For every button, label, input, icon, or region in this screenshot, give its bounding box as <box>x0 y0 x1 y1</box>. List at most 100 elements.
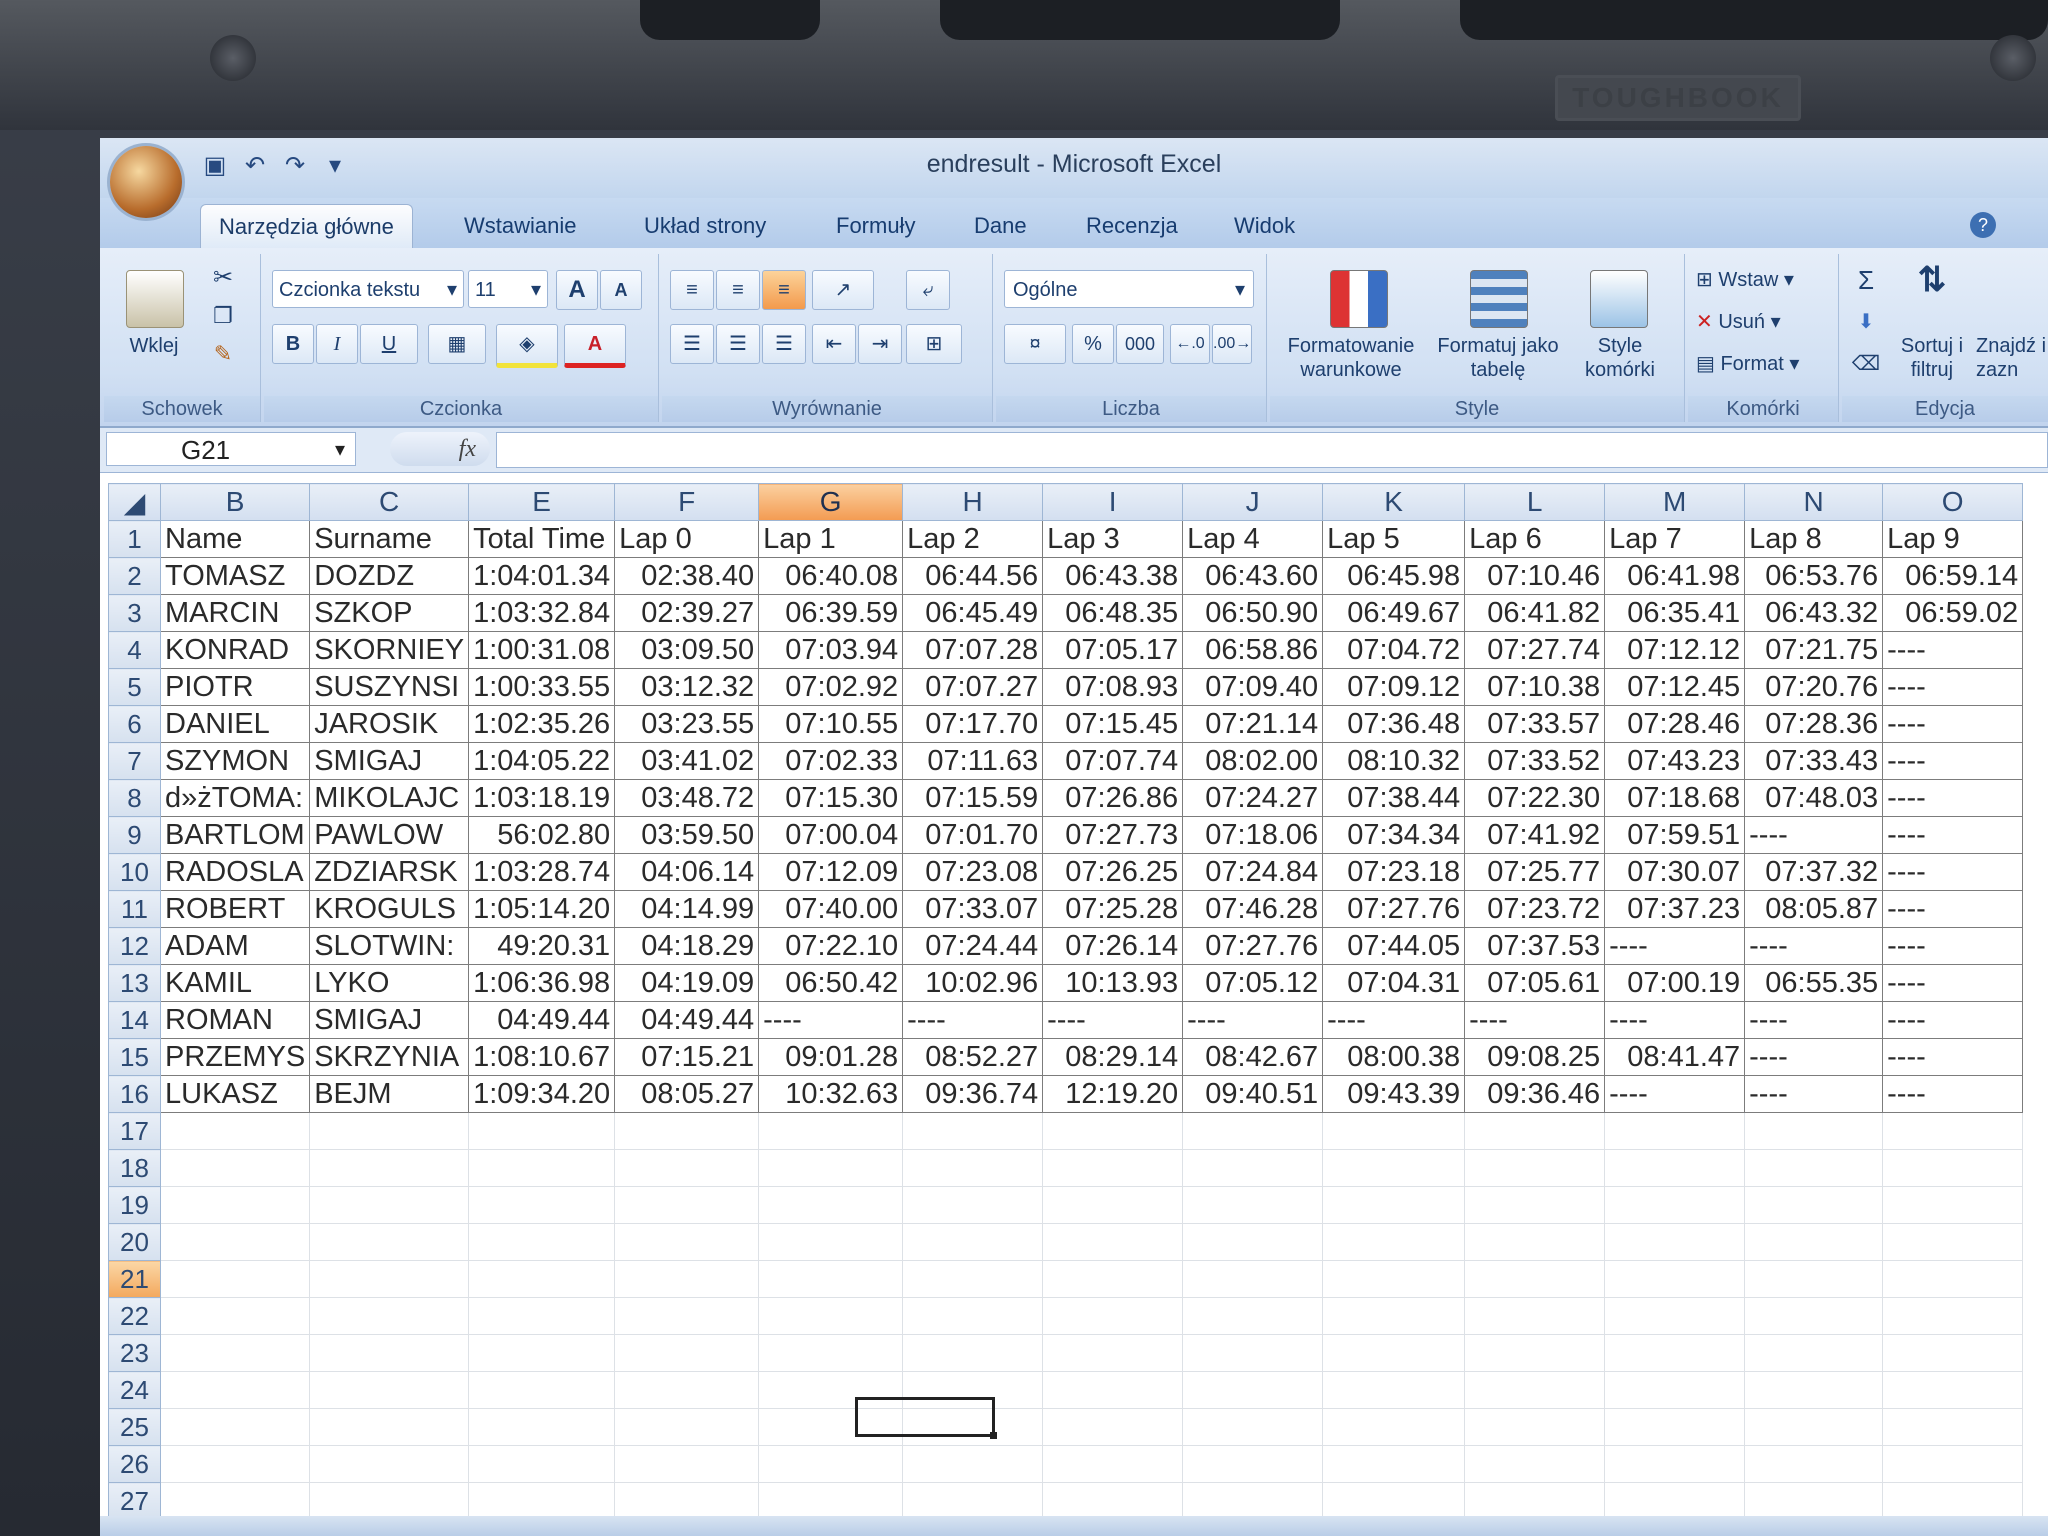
cell[interactable]: 07:43.23 <box>1604 742 1746 780</box>
cell[interactable]: 06:35.41 <box>1604 594 1746 632</box>
cell[interactable]: 07:33.57 <box>1464 705 1606 743</box>
cell[interactable]: Lap 1 <box>758 520 904 558</box>
cell[interactable] <box>468 1482 616 1520</box>
row-header[interactable]: 5 <box>108 668 161 706</box>
cell[interactable]: BARTLOM <box>159 816 311 854</box>
cell[interactable] <box>159 1112 311 1150</box>
insert-function-icon[interactable]: fx <box>390 432 490 466</box>
cell[interactable] <box>1744 1482 1884 1520</box>
cell[interactable]: 07:15.30 <box>758 779 904 817</box>
align-center-icon[interactable]: ☰ <box>716 324 760 364</box>
cell[interactable] <box>1882 1112 2024 1150</box>
format-as-table-icon[interactable] <box>1470 270 1528 328</box>
cell[interactable] <box>902 1334 1044 1372</box>
cell[interactable]: ---- <box>1744 927 1884 965</box>
cell[interactable]: 07:27.76 <box>1182 927 1324 965</box>
cell[interactable] <box>1464 1408 1606 1446</box>
font-name-select[interactable]: Czcionka tekstu ▾ <box>272 270 464 308</box>
tab-formulas[interactable]: Formuły <box>818 204 933 248</box>
cell[interactable]: 07:44.05 <box>1322 927 1466 965</box>
cell[interactable]: Lap 9 <box>1882 520 2024 558</box>
row-header[interactable]: 19 <box>108 1186 161 1224</box>
thousands-button[interactable]: 000 <box>1116 324 1164 364</box>
cell[interactable]: 03:23.55 <box>614 705 760 743</box>
cell[interactable]: 1:05:14.20 <box>468 890 616 928</box>
cell[interactable] <box>1322 1297 1466 1335</box>
cell[interactable]: 07:37.32 <box>1744 853 1884 891</box>
cell[interactable]: 07:09.12 <box>1322 668 1466 706</box>
font-size-select[interactable]: 11 ▾ <box>468 270 548 308</box>
align-middle-icon[interactable]: ≡ <box>716 270 760 310</box>
cell[interactable] <box>309 1149 470 1187</box>
percent-button[interactable]: % <box>1072 324 1114 364</box>
cell[interactable]: 07:59.51 <box>1604 816 1746 854</box>
cell[interactable]: 07:05.17 <box>1042 631 1184 669</box>
cell[interactable] <box>1882 1445 2024 1483</box>
row-header[interactable]: 13 <box>108 964 161 1002</box>
cell[interactable]: 06:58.86 <box>1182 631 1324 669</box>
cell[interactable] <box>1322 1371 1466 1409</box>
cell[interactable] <box>902 1186 1044 1224</box>
cell[interactable] <box>309 1482 470 1520</box>
cell[interactable]: 06:59.14 <box>1882 557 2024 595</box>
cell[interactable] <box>1464 1371 1606 1409</box>
cell[interactable]: 08:02.00 <box>1182 742 1324 780</box>
cell[interactable]: SZKOP <box>309 594 470 632</box>
fill-icon[interactable]: ⬇ <box>1846 310 1886 334</box>
cell[interactable] <box>468 1149 616 1187</box>
column-header-g[interactable]: G <box>758 483 904 521</box>
row-header[interactable]: 7 <box>108 742 161 780</box>
cell[interactable] <box>309 1186 470 1224</box>
cell[interactable] <box>1042 1223 1184 1261</box>
cell[interactable]: 09:08.25 <box>1464 1038 1606 1076</box>
help-icon[interactable]: ? <box>1970 212 1996 238</box>
cell[interactable] <box>614 1408 760 1446</box>
tab-page-layout[interactable]: Układ strony <box>626 204 784 248</box>
cell[interactable]: 1:00:33.55 <box>468 668 616 706</box>
cell[interactable]: SZYMON <box>159 742 311 780</box>
cell[interactable]: ---- <box>1882 890 2024 928</box>
cell[interactable]: 07:23.08 <box>902 853 1044 891</box>
cell[interactable]: 1:04:05.22 <box>468 742 616 780</box>
cell[interactable]: ---- <box>1604 1075 1746 1113</box>
cell[interactable] <box>1744 1408 1884 1446</box>
fill-color-icon[interactable]: ◈ <box>496 324 558 368</box>
currency-icon[interactable]: ¤ <box>1004 324 1066 364</box>
cell[interactable]: 07:07.74 <box>1042 742 1184 780</box>
cell[interactable]: 07:37.53 <box>1464 927 1606 965</box>
cell[interactable]: 08:41.47 <box>1604 1038 1746 1076</box>
cell[interactable] <box>1322 1112 1466 1150</box>
cell[interactable]: ---- <box>1882 927 2024 965</box>
cell[interactable]: 1:03:32.84 <box>468 594 616 632</box>
tab-insert[interactable]: Wstawianie <box>446 204 594 248</box>
cell[interactable]: 09:36.74 <box>902 1075 1044 1113</box>
column-header-b[interactable]: B <box>159 483 311 521</box>
cell[interactable]: 08:10.32 <box>1322 742 1466 780</box>
cell[interactable]: 06:48.35 <box>1042 594 1184 632</box>
cell[interactable] <box>1322 1223 1466 1261</box>
row-header[interactable]: 6 <box>108 705 161 743</box>
cell[interactable]: 07:12.12 <box>1604 631 1746 669</box>
sheet-scrollbar[interactable] <box>100 1516 2048 1536</box>
cell[interactable] <box>614 1334 760 1372</box>
cell[interactable]: 06:45.49 <box>902 594 1044 632</box>
cell[interactable] <box>1042 1445 1184 1483</box>
cell[interactable] <box>1604 1112 1746 1150</box>
cell[interactable] <box>1882 1186 2024 1224</box>
cell[interactable]: 07:34.34 <box>1322 816 1466 854</box>
cell[interactable]: 06:43.60 <box>1182 557 1324 595</box>
cell[interactable] <box>1882 1334 2024 1372</box>
cell[interactable] <box>159 1334 311 1372</box>
cell[interactable]: 09:40.51 <box>1182 1075 1324 1113</box>
cell[interactable]: 07:28.36 <box>1744 705 1884 743</box>
cell[interactable]: 07:10.46 <box>1464 557 1606 595</box>
cell[interactable]: ---- <box>1744 1075 1884 1113</box>
cell[interactable] <box>614 1260 760 1298</box>
cell[interactable] <box>614 1297 760 1335</box>
cell[interactable]: 56:02.80 <box>468 816 616 854</box>
cell[interactable]: 07:05.12 <box>1182 964 1324 1002</box>
cell[interactable]: 02:39.27 <box>614 594 760 632</box>
row-header[interactable]: 22 <box>108 1297 161 1335</box>
cell[interactable] <box>1464 1112 1606 1150</box>
cell-styles-label[interactable]: Style komórki <box>1570 334 1670 382</box>
